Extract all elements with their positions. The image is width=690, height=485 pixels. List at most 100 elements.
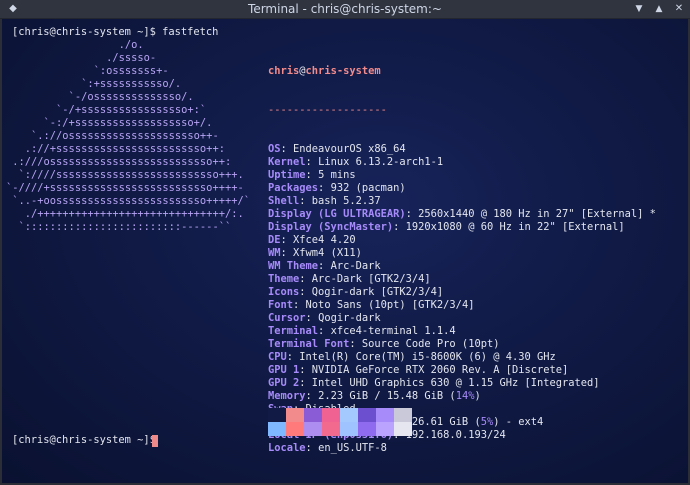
- color-swatch: [322, 408, 340, 422]
- logo-line: .:///ossssssssssssssssssssssssso++:: [6, 156, 232, 168]
- info-row: Terminal Font: Source Code Pro (10pt): [268, 338, 500, 350]
- system-info: chris@chris-system ------------------- O…: [268, 39, 656, 455]
- username: chris: [268, 65, 300, 77]
- info-value: Arc-Dark: [330, 260, 381, 272]
- logo-line: `:::::::::::::::::::::::::------``: [6, 221, 232, 233]
- close-icon[interactable]: ✕: [672, 2, 686, 16]
- info-value: Qogir-dark: [318, 312, 381, 324]
- color-swatch: [376, 408, 394, 422]
- minimize-icon[interactable]: ▼: [632, 2, 646, 16]
- info-key: Kernel: [268, 156, 306, 168]
- info-row: Icons: Qogir-dark [GTK2/3/4]: [268, 286, 444, 298]
- terminal-window: ◆ Terminal - chris@chris-system:~ ▼ ▲ ✕ …: [0, 0, 690, 485]
- info-key: Uptime: [268, 169, 306, 181]
- info-key: Display (SyncMaster): [268, 221, 394, 233]
- info-row: Font: Noto Sans (10pt) [GTK2/3/4]: [268, 299, 475, 311]
- info-key: Display (LG ULTRAGEAR): [268, 208, 406, 220]
- color-swatch: [358, 408, 376, 422]
- logo-line: ./sssso-: [6, 52, 157, 64]
- color-swatch: [394, 408, 412, 422]
- info-key: WM: [268, 247, 281, 259]
- color-swatch: [358, 422, 376, 436]
- color-swatch: [376, 422, 394, 436]
- info-value: 1920x1080 @ 60 Hz in 22" [External]: [405, 221, 625, 233]
- info-row: OS: EndeavourOS x86_64: [268, 143, 406, 155]
- info-suffix: ) - ext4: [493, 416, 544, 428]
- info-key: GPU 1: [268, 364, 300, 376]
- info-value: Intel(R) Core(TM) i5-8600K (6) @ 4.30 GH…: [299, 351, 556, 363]
- color-swatch: [304, 408, 322, 422]
- info-value: EndeavourOS x86_64: [293, 143, 406, 155]
- info-value: 2560x1440 @ 180 Hz in 27" [External] *: [418, 208, 656, 220]
- info-row: Display (SyncMaster): 1920x1080 @ 60 Hz …: [268, 221, 625, 233]
- info-value: Source Code Pro (10pt): [361, 338, 500, 350]
- logo-line: `-:/+sssssssssssssssssso+/.: [6, 117, 213, 129]
- info-value: NVIDIA GeForce RTX 2060 Rev. A [Discrete…: [311, 364, 569, 376]
- info-row: Memory: 2.23 GiB / 15.48 GiB (14%): [268, 390, 481, 402]
- info-key: Theme: [268, 273, 300, 285]
- logo-line: `:+sssssssssso/.: [6, 78, 182, 90]
- color-swatch: [322, 422, 340, 436]
- info-row: Cursor: Qogir-dark: [268, 312, 381, 324]
- text-cursor: [152, 435, 158, 447]
- info-key: Terminal Font: [268, 338, 350, 350]
- info-row: Kernel: Linux 6.13.2-arch1-1: [268, 156, 444, 168]
- color-swatch: [286, 408, 304, 422]
- info-row: GPU 2: Intel UHD Graphics 630 @ 1.15 GHz…: [268, 377, 600, 389]
- info-row: DE: Xfce4 4.20: [268, 234, 356, 246]
- info-value: xfce4-terminal 1.1.4: [330, 325, 456, 337]
- logo-line: `..-+oossssssssssssssssssssssso+++++/`: [6, 195, 250, 207]
- info-key: Cursor: [268, 312, 306, 324]
- info-value: Intel UHD Graphics 630 @ 1.15 GHz [Integ…: [311, 377, 600, 389]
- info-key: GPU 2: [268, 377, 300, 389]
- info-value: Qogir-dark [GTK2/3/4]: [311, 286, 444, 298]
- info-suffix: ): [474, 390, 481, 402]
- color-swatch: [340, 408, 358, 422]
- info-key: Shell: [268, 195, 300, 207]
- info-key: Locale: [268, 442, 306, 454]
- logo-line: `-////+ssssssssssssssssssssssssso++++-: [6, 182, 244, 194]
- info-key: DE: [268, 234, 281, 246]
- color-swatch: [268, 422, 286, 436]
- info-value: 2.23 GiB / 15.48 GiB (: [318, 390, 456, 402]
- info-row: Display (LG ULTRAGEAR): 2560x1440 @ 180 …: [268, 208, 656, 220]
- info-row: Terminal: xfce4-terminal 1.1.4: [268, 325, 456, 337]
- info-key: WM Theme: [268, 260, 319, 272]
- info-value: 932 (pacman): [330, 182, 406, 194]
- info-value: bash 5.2.37: [311, 195, 381, 207]
- info-row: Shell: bash 5.2.37: [268, 195, 381, 207]
- info-value: Noto Sans (10pt) [GTK2/3/4]: [305, 299, 475, 311]
- info-row: Locale: en_US.UTF-8: [268, 442, 387, 454]
- info-key: Font: [268, 299, 294, 311]
- info-key: Memory: [268, 390, 306, 402]
- info-row: WM Theme: Arc-Dark: [268, 260, 381, 272]
- hostname: chris-system: [305, 65, 381, 77]
- info-key: CPU: [268, 351, 287, 363]
- info-row: Packages: 932 (pacman): [268, 182, 406, 194]
- user-host-line: chris@chris-system: [268, 65, 656, 78]
- title-bar[interactable]: ◆ Terminal - chris@chris-system:~ ▼ ▲ ✕: [0, 0, 690, 19]
- logo-line: ./++++++++++++++++++++++++++++++/:.: [6, 208, 244, 220]
- logo-line: `:osssssss+-: [6, 65, 169, 77]
- info-value: Linux 6.13.2-arch1-1: [318, 156, 444, 168]
- info-key: OS: [268, 143, 281, 155]
- color-swatch: [286, 422, 304, 436]
- command-line: [chris@chris-system ~]$ fastfetch: [12, 26, 219, 38]
- color-swatch: [340, 422, 358, 436]
- info-value: Arc-Dark [GTK2/3/4]: [311, 273, 431, 285]
- maximize-icon[interactable]: ▲: [652, 2, 666, 16]
- logo-line: .://+ssssssssssssssssssssssso++:: [6, 143, 225, 155]
- color-swatch: [394, 422, 412, 436]
- info-row: Uptime: 5 mins: [268, 169, 356, 181]
- color-palette: [268, 408, 412, 436]
- window-title: Terminal - chris@chris-system:~: [248, 2, 442, 16]
- info-row: Theme: Arc-Dark [GTK2/3/4]: [268, 273, 431, 285]
- logo-line: `.://osssssssssssssssssssso++-: [6, 130, 219, 142]
- terminal-content[interactable]: [chris@chris-system ~]$ fastfetch ./o. .…: [2, 19, 688, 483]
- info-key: Terminal: [268, 325, 319, 337]
- info-value: Xfwm4 (X11): [293, 247, 362, 259]
- info-row: CPU: Intel(R) Core(TM) i5-8600K (6) @ 4.…: [268, 351, 556, 363]
- info-value: en_US.UTF-8: [318, 442, 387, 454]
- info-percent: 14%: [455, 390, 475, 402]
- info-value: Xfce4 4.20: [293, 234, 356, 246]
